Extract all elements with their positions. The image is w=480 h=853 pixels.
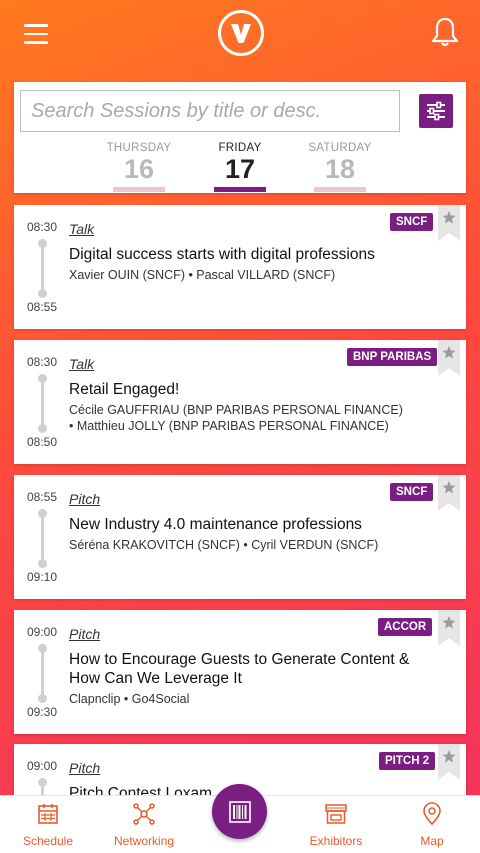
filter-button[interactable] <box>419 94 453 128</box>
sliders-icon <box>427 101 445 121</box>
start-time: 09:00 <box>27 759 58 773</box>
day-indicator <box>113 187 165 192</box>
nav-exhibitors[interactable]: Exhibitors <box>291 802 381 848</box>
end-time: 09:10 <box>27 570 58 584</box>
timeline-line <box>41 374 44 426</box>
bookmark-star-icon[interactable] <box>438 744 460 780</box>
session-badge: ACCOR <box>378 618 433 636</box>
nav-label: Exhibitors <box>309 834 363 848</box>
store-icon <box>325 804 347 824</box>
session-badge: BNP PARIBAS <box>347 348 438 366</box>
session-badge: SNCF <box>390 213 434 231</box>
session-card[interactable]: 08:30 08:50 Talk BNP PARIBAS Retail Enga… <box>14 340 466 464</box>
nav-networking[interactable]: Networking <box>99 802 189 848</box>
end-time: 08:50 <box>27 435 58 449</box>
session-card[interactable]: 09:00 09:30 Pitch ACCOR How to Encourage… <box>14 610 466 734</box>
day-number: 16 <box>123 154 155 184</box>
session-type: Pitch <box>69 626 101 642</box>
timeline-line <box>41 239 44 291</box>
app-header <box>0 0 480 76</box>
session-speakers: Xavier OUIN (SNCF) • Pascal VILLARD (SNC… <box>69 268 336 282</box>
network-icon <box>133 803 155 825</box>
session-title: How to Encourage Guests to Generate Cont… <box>69 651 410 687</box>
session-title: New Industry 4.0 maintenance professions <box>69 516 362 533</box>
app-logo <box>218 10 264 56</box>
session-type: Talk <box>69 221 95 237</box>
hamburger-icon[interactable] <box>24 24 48 44</box>
session-title: Retail Engaged! <box>69 381 180 398</box>
start-time: 08:30 <box>27 220 58 234</box>
barcode-icon <box>228 800 251 823</box>
nav-label: Networking <box>113 834 175 848</box>
logo-v-icon <box>231 24 251 43</box>
session-speakers: Cécile GAUFFRIAU (BNP PARIBAS PERSONAL F… <box>69 403 403 433</box>
bell-icon[interactable] <box>430 16 460 48</box>
tab-friday[interactable]: FRIDAY 17 <box>204 142 276 192</box>
bookmark-star-icon[interactable] <box>438 340 460 376</box>
day-name: THURSDAY <box>106 142 172 154</box>
tab-thursday[interactable]: THURSDAY 16 <box>103 142 175 192</box>
timeline-dot <box>38 559 47 568</box>
timeline-dot <box>38 694 47 703</box>
session-card[interactable]: 08:55 09:10 Pitch SNCF New Industry 4.0 … <box>14 475 466 599</box>
session-list: 08:30 08:55 Talk SNCF Digital success st… <box>0 205 480 795</box>
session-badge: PITCH 2 <box>379 752 436 770</box>
session-badge: SNCF <box>390 483 434 501</box>
session-speakers: Séréna KRAKOVITCH (SNCF) • Cyril VERDUN … <box>69 538 379 552</box>
session-type: Pitch <box>69 491 101 507</box>
day-name: FRIDAY <box>218 142 262 154</box>
nav-schedule[interactable]: Schedule <box>3 802 93 848</box>
search-panel: THURSDAY 16 FRIDAY 17 SATURDAY 18 <box>14 82 466 193</box>
day-number: 18 <box>324 154 356 184</box>
start-time: 09:00 <box>27 625 58 639</box>
day-number: 17 <box>224 154 256 184</box>
timeline-line <box>41 644 44 696</box>
session-type: Talk <box>69 356 95 372</box>
scan-badge-button[interactable] <box>212 784 267 839</box>
end-time: 08:55 <box>27 300 58 314</box>
bookmark-star-icon[interactable] <box>438 610 460 646</box>
timeline-line <box>41 778 44 795</box>
timeline-dot <box>38 289 47 298</box>
day-tabs: THURSDAY 16 FRIDAY 17 SATURDAY 18 <box>14 142 466 193</box>
session-speakers: Clapnclip • Go4Social <box>69 692 190 706</box>
tab-saturday[interactable]: SATURDAY 18 <box>304 142 376 192</box>
session-type: Pitch <box>69 760 101 776</box>
start-time: 08:30 <box>27 355 58 369</box>
session-card[interactable]: 08:30 08:55 Talk SNCF Digital success st… <box>14 205 466 329</box>
bookmark-star-icon[interactable] <box>438 205 460 241</box>
map-pin-icon <box>423 802 441 826</box>
nav-map[interactable]: Map <box>387 802 477 848</box>
timeline-dot <box>38 424 47 433</box>
session-title: Digital success starts with digital prof… <box>69 246 375 263</box>
timeline-line <box>41 509 44 561</box>
start-time: 08:55 <box>27 490 58 504</box>
search-input[interactable] <box>20 90 400 132</box>
bookmark-star-icon[interactable] <box>438 475 460 511</box>
nav-label: Map <box>420 834 444 848</box>
nav-label: Schedule <box>22 834 74 848</box>
end-time: 09:30 <box>27 705 58 719</box>
day-indicator <box>314 187 366 192</box>
day-name: SATURDAY <box>308 142 372 154</box>
day-indicator <box>214 187 266 192</box>
calendar-icon <box>38 804 58 824</box>
